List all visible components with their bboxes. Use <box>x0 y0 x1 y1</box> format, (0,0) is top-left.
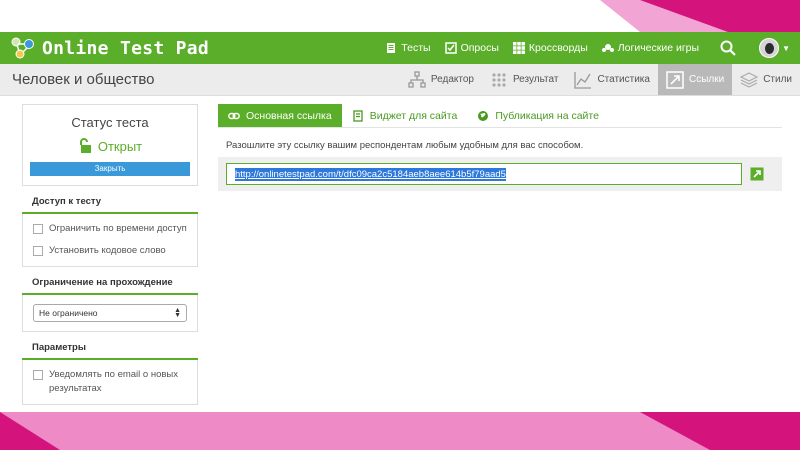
main-content: Статус теста Открыт Закрыть Доступ к тес… <box>0 96 800 412</box>
tab-main-link[interactable]: Основная ссылка <box>218 104 342 127</box>
nav-polls[interactable]: Опросы <box>444 42 499 54</box>
access-section: Доступ к тесту Ограничить по времени дос… <box>22 196 198 267</box>
limit-body: Не ограничено ▲ ▼ <box>22 295 198 332</box>
tab-publish-label: Публикация на сайте <box>495 109 599 122</box>
result-icon <box>492 72 506 87</box>
tab-result-label: Результат <box>512 74 559 85</box>
checkbox[interactable] <box>33 370 43 380</box>
access-heading: Доступ к тесту <box>22 196 198 214</box>
nav-logic-games-label: Логические игры <box>617 42 700 54</box>
option-label: Ограничить по времени доступ <box>49 223 187 234</box>
close-test-button[interactable]: Закрыть <box>30 162 190 176</box>
tab-styles-label: Стили <box>763 74 792 85</box>
option-code-word[interactable]: Установить кодовое слово <box>33 240 187 262</box>
tab-statistics-label: Статистика <box>597 74 650 85</box>
app-window: Online Test Pad Тесты Опросы Кроссворды … <box>0 32 800 412</box>
editor-icon <box>408 70 426 88</box>
params-options: Уведомлять по email о новых результатах <box>22 360 198 405</box>
tab-statistics[interactable]: Статистика <box>566 64 658 95</box>
left-panel: Статус теста Открыт Закрыть Доступ к тес… <box>22 104 198 405</box>
tab-main-link-label: Основная ссылка <box>246 109 332 122</box>
option-email-notify[interactable]: Уведомлять по email о новых результатах <box>33 364 187 400</box>
params-section: Параметры Уведомлять по email о новых ре… <box>22 342 198 405</box>
statistics-icon <box>574 71 592 89</box>
status-title: Статус теста <box>71 115 149 130</box>
checkbox[interactable] <box>33 224 43 234</box>
limit-select[interactable]: Не ограничено ▲ ▼ <box>33 304 187 322</box>
chevron-down-icon[interactable]: ▼ <box>782 44 790 53</box>
avatar[interactable] <box>759 38 780 58</box>
link-out-icon <box>666 70 684 89</box>
logo[interactable]: Online Test Pad <box>10 36 209 60</box>
widget-icon <box>353 109 363 122</box>
nav-logic-games[interactable]: Логические игры <box>601 42 700 54</box>
option-label: Установить кодовое слово <box>49 245 166 256</box>
tab-widget[interactable]: Виджет для сайта <box>342 104 468 127</box>
status-box: Статус теста Открыт Закрыть <box>22 104 198 186</box>
grid-icon <box>512 42 525 54</box>
params-heading: Параметры <box>22 342 198 360</box>
limit-section: Ограничение на прохождение Не ограничено… <box>22 277 198 332</box>
option-label: Уведомлять по email о новых результатах <box>49 369 178 394</box>
nav-tests-label: Тесты <box>401 42 431 54</box>
nav-polls-label: Опросы <box>460 42 499 54</box>
tab-publish[interactable]: Публикация на сайте <box>467 104 609 127</box>
checkbox[interactable] <box>33 246 43 256</box>
status-value: Открыт <box>23 138 197 154</box>
link-row: http://onlinetestpad.com/t/dfc09ca2c5184… <box>218 157 782 191</box>
limit-select-value: Не ограничено <box>39 308 98 318</box>
sub-bar: Человек и общество Редактор Результат Ст… <box>0 64 800 96</box>
nav-crosswords[interactable]: Кроссворды <box>512 42 588 54</box>
tab-links-label: Ссылки <box>688 74 725 85</box>
tab-editor[interactable]: Редактор <box>400 64 482 95</box>
document-icon <box>387 43 396 53</box>
share-hint: Разошлите эту ссылку вашим респондентам … <box>226 140 584 151</box>
tab-links[interactable]: Ссылки <box>657 64 733 95</box>
select-arrows-icon: ▲ ▼ <box>174 307 181 319</box>
status-value-label: Открыт <box>97 138 143 154</box>
page-title: Человек и общество <box>12 71 155 88</box>
link-tabs: Основная ссылка Виджет для сайта Публика… <box>218 104 782 128</box>
unlocked-lock-icon <box>79 138 91 153</box>
tab-widget-label: Виджет для сайта <box>369 109 458 122</box>
access-options: Ограничить по времени доступ Установить … <box>22 214 198 267</box>
chain-link-icon <box>228 112 240 119</box>
top-bar: Online Test Pad Тесты Опросы Кроссворды … <box>0 32 800 64</box>
section-tabs: Редактор Результат Статистика Ссылки Сти… <box>400 64 800 95</box>
search-icon[interactable] <box>719 39 737 57</box>
test-link-field[interactable]: http://onlinetestpad.com/t/dfc09ca2c5184… <box>226 163 742 185</box>
nav-crosswords-label: Кроссворды <box>528 42 588 54</box>
nav-tests[interactable]: Тесты <box>385 42 431 54</box>
layers-icon <box>740 71 759 88</box>
test-link-url: http://onlinetestpad.com/t/dfc09ca2c5184… <box>235 167 506 181</box>
open-link-icon[interactable] <box>750 167 764 181</box>
tab-styles[interactable]: Стили <box>732 64 800 95</box>
option-time-limit[interactable]: Ограничить по времени доступ <box>33 218 187 240</box>
globe-icon <box>478 110 489 121</box>
top-nav: Тесты Опросы Кроссворды Логические игры … <box>385 38 790 58</box>
molecule-logo-icon <box>11 37 34 59</box>
right-panel: Основная ссылка Виджет для сайта Публика… <box>218 104 782 191</box>
poll-icon <box>444 42 457 54</box>
limit-heading: Ограничение на прохождение <box>22 277 198 295</box>
puzzle-icon <box>601 44 614 52</box>
logo-text: Online Test Pad <box>42 37 210 59</box>
tab-editor-label: Редактор <box>430 74 474 85</box>
tab-result[interactable]: Результат <box>482 64 566 95</box>
